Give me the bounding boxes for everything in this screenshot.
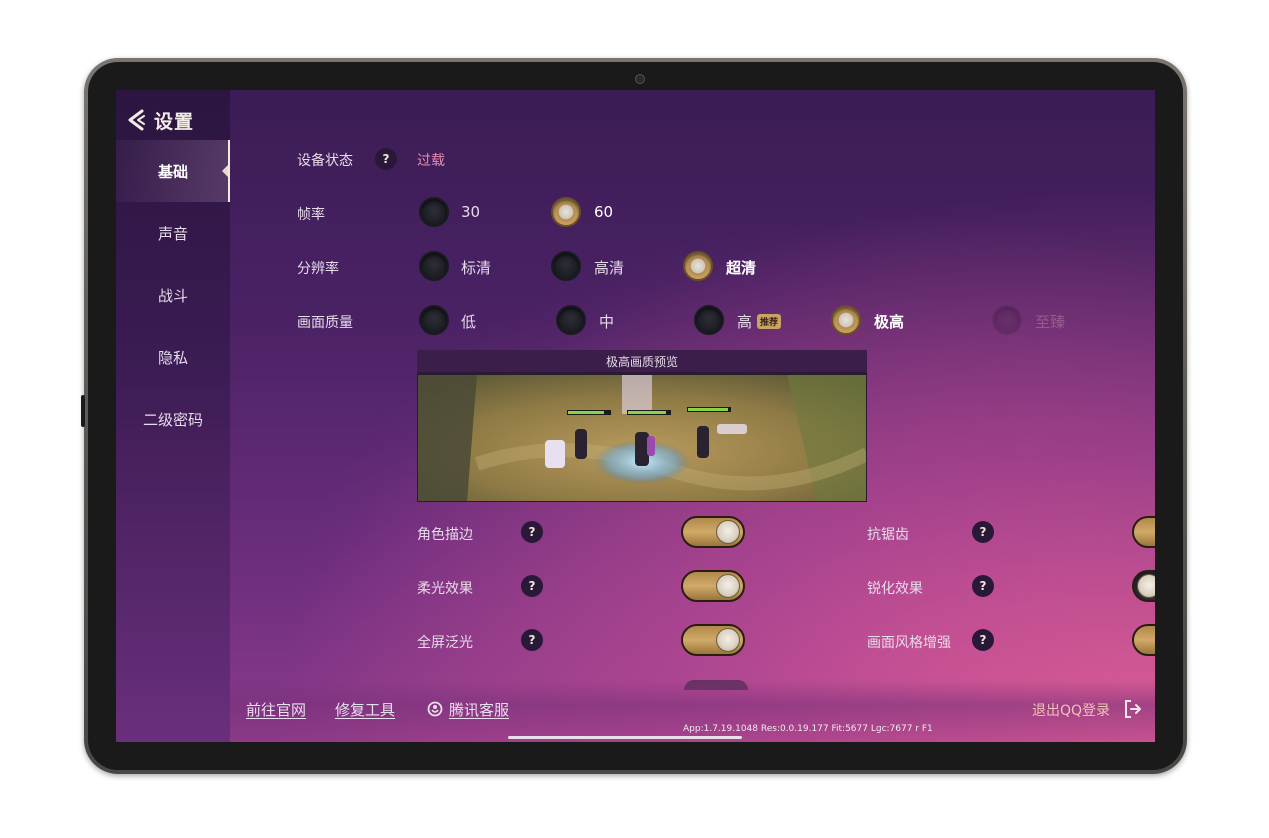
sharpen-toggle[interactable] bbox=[1132, 570, 1155, 602]
quality-medium-radio[interactable] bbox=[556, 305, 586, 335]
logout-icon[interactable] bbox=[1123, 699, 1143, 719]
quality-supreme-label: 至臻 bbox=[1035, 313, 1066, 331]
bloom-toggle[interactable] bbox=[681, 570, 745, 602]
sidebar: 设置 基础 声音 战斗 隐私 二级密码 bbox=[116, 90, 230, 742]
antialias-label: 抗锯齿 bbox=[867, 527, 909, 543]
toggle-knob bbox=[716, 520, 740, 544]
sidebar-item-label: 战斗 bbox=[157, 286, 188, 305]
device-status-value: 过载 bbox=[417, 153, 445, 169]
quality-low-label: 低 bbox=[461, 313, 477, 331]
bloom-label: 柔光效果 bbox=[417, 581, 473, 597]
sidebar-item-label: 基础 bbox=[157, 162, 188, 181]
camera-icon bbox=[635, 74, 645, 84]
antialias-toggle[interactable] bbox=[1132, 516, 1155, 548]
fullscreen-glow-toggle[interactable] bbox=[681, 624, 745, 656]
sharpen-help-icon[interactable]: ? bbox=[972, 575, 994, 597]
settings-screen: 设置 基础 声音 战斗 隐私 二级密码 设备状态 ? 过载 帧率 30 60 分… bbox=[116, 90, 1155, 742]
official-site-link[interactable]: 前往官网 bbox=[246, 699, 306, 720]
style-enhance-toggle[interactable] bbox=[1132, 624, 1155, 656]
outline-help-icon[interactable]: ? bbox=[521, 521, 543, 543]
settings-content: 设备状态 ? 过载 帧率 30 60 分辨率 标清 高清 超清 画面质量 低 中… bbox=[230, 90, 1155, 742]
frame-rate-30-radio[interactable] bbox=[419, 197, 449, 227]
sidebar-item-sound[interactable]: 声音 bbox=[116, 202, 230, 264]
quality-medium-label: 中 bbox=[599, 313, 615, 331]
customer-service-icon bbox=[427, 701, 443, 717]
quality-high-label: 高 bbox=[737, 313, 753, 331]
antialias-help-icon[interactable]: ? bbox=[972, 521, 994, 543]
logout-button[interactable]: 退出QQ登录 bbox=[1032, 700, 1110, 720]
quality-ultra-label: 极高 bbox=[874, 313, 905, 331]
style-enhance-label: 画面风格增强 bbox=[867, 635, 951, 651]
toggle-knob bbox=[716, 628, 740, 652]
resolution-sd-radio[interactable] bbox=[419, 251, 449, 281]
resolution-uhd-radio[interactable] bbox=[683, 251, 713, 281]
toggle-knob bbox=[1137, 574, 1155, 598]
quality-high-radio[interactable] bbox=[694, 305, 724, 335]
fullscreen-glow-label: 全屏泛光 bbox=[417, 635, 473, 651]
fullscreen-glow-help-icon[interactable]: ? bbox=[521, 629, 543, 651]
header: 设置 bbox=[126, 100, 194, 140]
repair-tool-link[interactable]: 修复工具 bbox=[335, 699, 395, 720]
sidebar-item-combat[interactable]: 战斗 bbox=[116, 264, 230, 326]
toggle-knob bbox=[716, 574, 740, 598]
page-title: 设置 bbox=[154, 110, 195, 133]
quality-supreme-radio[interactable] bbox=[992, 305, 1022, 335]
sidebar-item-privacy[interactable]: 隐私 bbox=[116, 326, 230, 388]
tablet-side-button bbox=[81, 395, 85, 427]
device-status-help-icon[interactable]: ? bbox=[375, 148, 397, 170]
version-info: App:1.7.19.1048 Res:0.0.19.177 Fit:5677 … bbox=[683, 724, 933, 734]
sidebar-item-secondary-password[interactable]: 二级密码 bbox=[116, 388, 230, 450]
resolution-hd-label: 高清 bbox=[594, 259, 625, 277]
resolution-uhd-label: 超清 bbox=[726, 259, 757, 277]
sidebar-item-label: 隐私 bbox=[157, 348, 188, 367]
quality-label: 画面质量 bbox=[297, 315, 353, 331]
resolution-sd-label: 标清 bbox=[461, 259, 492, 277]
bloom-help-icon[interactable]: ? bbox=[521, 575, 543, 597]
active-arrow-icon bbox=[222, 165, 228, 177]
quality-low-radio[interactable] bbox=[419, 305, 449, 335]
sidebar-item-basic[interactable]: 基础 bbox=[116, 140, 230, 202]
tencent-support-link[interactable]: 腾讯客服 bbox=[449, 699, 509, 720]
outline-label: 角色描边 bbox=[417, 527, 473, 543]
frame-rate-30-label: 30 bbox=[461, 203, 481, 221]
sidebar-item-label: 声音 bbox=[157, 224, 188, 243]
recommended-badge: 推荐 bbox=[757, 314, 782, 329]
frame-rate-60-radio[interactable] bbox=[551, 197, 581, 227]
preview-title: 极高画质预览 bbox=[417, 350, 867, 372]
back-arrow-icon[interactable] bbox=[126, 108, 148, 132]
resolution-label: 分辨率 bbox=[297, 261, 339, 277]
home-indicator[interactable] bbox=[508, 736, 742, 739]
sharpen-label: 锐化效果 bbox=[867, 581, 923, 597]
frame-rate-60-label: 60 bbox=[594, 203, 614, 221]
resolution-hd-radio[interactable] bbox=[551, 251, 581, 281]
preview-game-scene-image bbox=[417, 374, 867, 502]
quality-preview: 极高画质预览 bbox=[417, 350, 867, 502]
sidebar-item-label: 二级密码 bbox=[142, 410, 203, 429]
quality-ultra-radio[interactable] bbox=[831, 305, 861, 335]
style-enhance-help-icon[interactable]: ? bbox=[972, 629, 994, 651]
outline-toggle[interactable] bbox=[681, 516, 745, 548]
device-status-label: 设备状态 bbox=[297, 153, 353, 169]
frame-rate-label: 帧率 bbox=[297, 207, 325, 223]
